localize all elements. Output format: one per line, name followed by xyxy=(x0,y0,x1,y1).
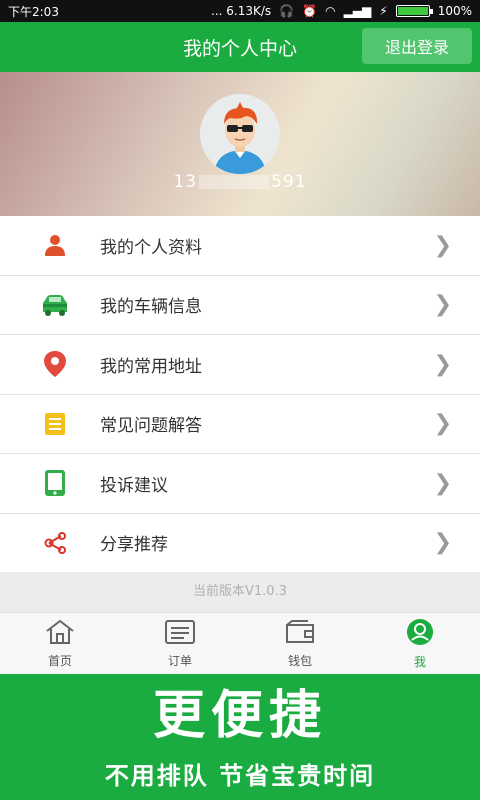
location-pin-icon xyxy=(40,349,70,379)
chevron-right-icon: ❯ xyxy=(433,411,452,437)
tab-home[interactable]: 首页 xyxy=(0,613,120,674)
tab-label: 钱包 xyxy=(287,653,312,668)
menu-item-label: 我的常用地址 xyxy=(100,356,202,377)
chevron-right-icon: ❯ xyxy=(433,292,452,318)
status-time: 下午2:03 xyxy=(8,4,59,19)
share-icon xyxy=(40,528,70,558)
chevron-right-icon: ❯ xyxy=(433,232,452,258)
phone-number: 13 591 xyxy=(0,172,480,192)
tab-label: 订单 xyxy=(167,653,192,668)
signal-icon: ▂▄▆ xyxy=(343,4,372,18)
tablet-icon xyxy=(40,468,70,498)
bottom-tab-bar: 首页 订单 钱包 我 xyxy=(0,612,480,674)
menu-item-label: 我的个人资料 xyxy=(100,237,202,258)
logout-button[interactable]: 退出登录 xyxy=(362,28,472,64)
menu-item-label: 常见问题解答 xyxy=(100,416,202,437)
profile-icon xyxy=(405,618,435,650)
promo-tagline: 不用排队 节省宝贵时间 xyxy=(104,762,376,790)
charging-icon: ⚡ xyxy=(379,4,388,18)
menu-item-address[interactable]: 我的常用地址 ❯ xyxy=(0,335,480,395)
car-icon xyxy=(40,290,70,320)
profile-banner: 13 591 xyxy=(0,72,480,216)
phone-prefix: 13 xyxy=(173,172,198,192)
tab-orders[interactable]: 订单 xyxy=(120,613,240,674)
person-icon xyxy=(40,230,70,260)
avatar-illustration xyxy=(200,94,280,174)
wallet-icon xyxy=(284,619,316,649)
phone-suffix: 591 xyxy=(271,172,307,192)
menu-item-label: 投诉建议 xyxy=(100,475,168,496)
menu-item-profile[interactable]: 我的个人资料 ❯ xyxy=(0,216,480,276)
battery-percent: 100% xyxy=(437,4,472,18)
tab-me[interactable]: 我 xyxy=(360,613,480,674)
chevron-right-icon: ❯ xyxy=(433,530,452,556)
tab-label: 首页 xyxy=(47,653,72,668)
promo-banner: 更便捷 不用排队 节省宝贵时间 xyxy=(0,674,480,800)
promo-headline: 更便捷 xyxy=(152,686,327,746)
menu-item-share[interactable]: 分享推荐 ❯ xyxy=(0,513,480,573)
status-bar: 下午2:03 ... 6.13K/s 🎧 ⏰ ◠ ▂▄▆ ⚡ 100% xyxy=(0,0,480,22)
menu-item-label: 我的车辆信息 xyxy=(100,297,202,318)
menu-item-faq[interactable]: 常见问题解答 ❯ xyxy=(0,394,480,454)
tab-wallet[interactable]: 钱包 xyxy=(240,613,360,674)
menu-item-vehicle[interactable]: 我的车辆信息 ❯ xyxy=(0,275,480,335)
tab-label: 我 xyxy=(413,654,426,669)
app-header: 我的个人中心 退出登录 xyxy=(0,22,480,72)
chevron-right-icon: ❯ xyxy=(433,470,452,496)
document-icon xyxy=(40,409,70,439)
status-right: ... 6.13K/s 🎧 ⏰ ◠ ▂▄▆ ⚡ 100% xyxy=(211,4,472,18)
avatar[interactable] xyxy=(200,94,280,174)
profile-menu: 我的个人资料 ❯ 我的车辆信息 ❯ 我的常用地址 ❯ 常见问题解答 ❯ 投诉建议… xyxy=(0,216,480,573)
version-info: 当前版本V1.0.3 xyxy=(0,572,480,612)
wifi-icon: ◠ xyxy=(325,4,336,18)
page-title: 我的个人中心 xyxy=(182,37,297,60)
home-icon xyxy=(44,619,76,649)
headphone-icon: 🎧 xyxy=(279,4,295,18)
chevron-right-icon: ❯ xyxy=(433,351,452,377)
net-speed: ... 6.13K/s xyxy=(211,4,272,18)
battery-icon xyxy=(395,5,433,17)
alarm-icon: ⏰ xyxy=(302,4,318,18)
phone-mask xyxy=(199,175,270,189)
menu-item-feedback[interactable]: 投诉建议 ❯ xyxy=(0,454,480,514)
orders-icon xyxy=(164,619,196,649)
menu-item-label: 分享推荐 xyxy=(100,535,168,556)
